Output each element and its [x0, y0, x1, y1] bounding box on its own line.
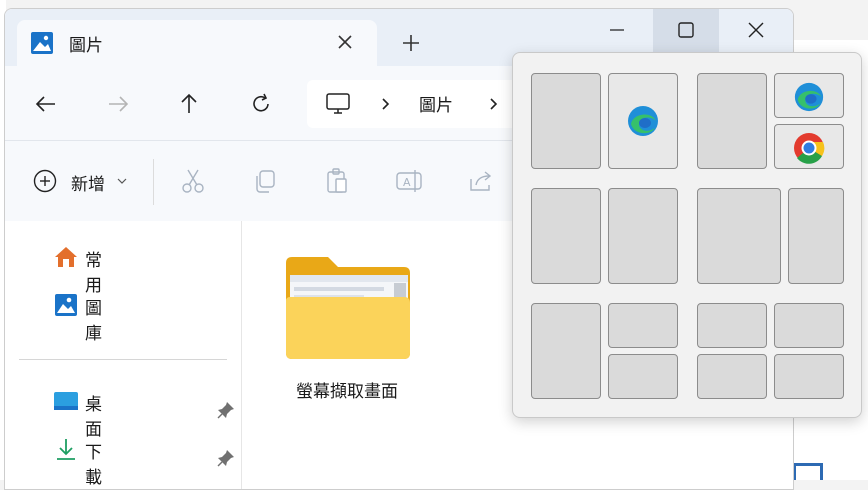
up-arrow-icon[interactable]	[169, 86, 209, 122]
copy-icon[interactable]	[251, 167, 279, 195]
snap-zone-quarter-1[interactable]	[697, 303, 767, 348]
maximize-button[interactable]	[653, 9, 719, 53]
sidebar-item-label: 圖庫	[85, 299, 102, 344]
plus-circle-icon	[33, 169, 57, 193]
snap-zone-half-a[interactable]	[531, 188, 601, 284]
chevron-right-icon[interactable]	[485, 95, 501, 113]
back-arrow-icon[interactable]	[27, 86, 67, 122]
paste-icon[interactable]	[323, 167, 351, 195]
pictures-folder-icon	[31, 32, 53, 54]
snap-zone-left-half-2[interactable]	[697, 73, 767, 169]
sidebar-item-label: 下載	[85, 443, 102, 488]
snap-zone-bottom-right-quarter[interactable]	[608, 354, 678, 399]
snap-zone-two-thirds[interactable]	[697, 188, 781, 284]
chrome-icon	[794, 133, 825, 164]
new-button-label: 新增	[71, 175, 105, 195]
gallery-icon	[55, 294, 77, 316]
snap-zone-quarter-4[interactable]	[774, 354, 844, 399]
minimize-button[interactable]	[583, 9, 649, 53]
snap-zone-one-third[interactable]	[788, 188, 844, 284]
new-button[interactable]: 新增	[33, 167, 133, 197]
snap-zone-half-b[interactable]	[608, 188, 678, 284]
edge-icon	[628, 106, 658, 136]
snap-zone-quarter-2[interactable]	[774, 303, 844, 348]
snap-zone-left-column[interactable]	[531, 303, 601, 399]
cut-icon[interactable]	[179, 167, 207, 195]
sidebar-item-label: 桌面	[85, 395, 102, 440]
snap-zone-right-half[interactable]	[608, 73, 678, 169]
home-icon	[55, 247, 77, 267]
breadcrumb-pictures[interactable]: 圖片	[419, 91, 453, 116]
close-window-button[interactable]	[723, 9, 789, 53]
sidebar-divider	[19, 359, 227, 360]
tab-title: 圖片	[69, 36, 103, 56]
snap-zone-left-half[interactable]	[531, 73, 601, 169]
new-tab-icon[interactable]	[397, 29, 425, 57]
chevron-right-icon[interactable]	[377, 95, 393, 113]
refresh-icon[interactable]	[241, 86, 281, 122]
sidebar-item-label: 常用	[85, 251, 102, 296]
snap-zone-bottom-right[interactable]	[774, 124, 844, 169]
pin-icon[interactable]	[217, 401, 235, 419]
desktop-icon	[54, 392, 78, 410]
close-tab-icon[interactable]	[331, 28, 359, 56]
this-pc-icon	[326, 93, 350, 114]
folder-label: 螢幕擷取畫面	[296, 382, 398, 402]
chevron-down-icon	[117, 178, 127, 184]
snap-zone-top-right-quarter[interactable]	[608, 303, 678, 348]
forward-arrow-icon[interactable]	[97, 86, 137, 122]
navigation-pane: 常用 圖庫 桌面 下載	[5, 221, 242, 489]
folder-icon	[286, 257, 410, 359]
download-icon	[57, 439, 75, 460]
svg-text:A: A	[403, 176, 411, 189]
pin-icon[interactable]	[217, 449, 235, 467]
snap-zone-top-right[interactable]	[774, 73, 844, 118]
snap-layouts-flyout	[512, 52, 862, 418]
share-icon[interactable]	[467, 167, 495, 195]
toolbar-divider	[153, 159, 154, 205]
tab-pictures[interactable]: 圖片	[17, 20, 377, 66]
edge-icon	[794, 82, 824, 112]
background-window-icon	[793, 463, 823, 480]
rename-icon[interactable]: A	[395, 167, 423, 195]
snap-zone-quarter-3[interactable]	[697, 354, 767, 399]
